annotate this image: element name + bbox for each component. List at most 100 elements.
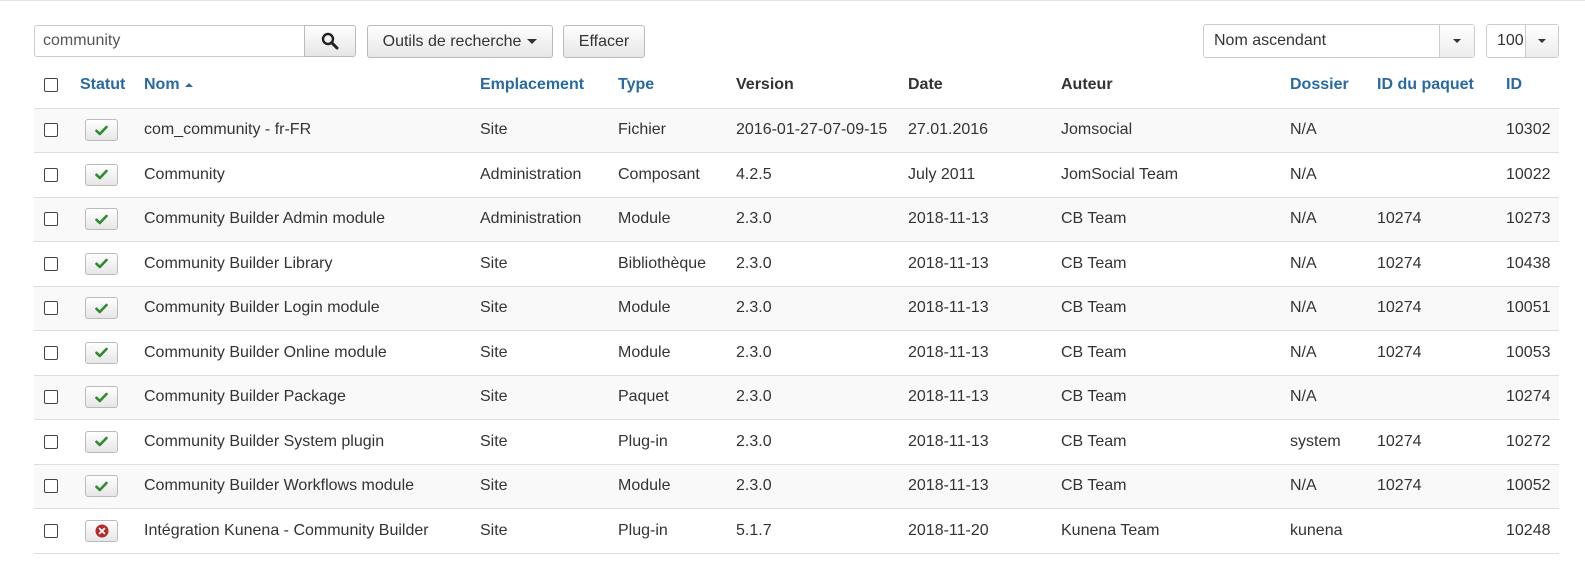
row-checkbox[interactable] xyxy=(44,434,58,449)
status-cell xyxy=(68,152,144,198)
id-cell: 10022 xyxy=(1506,152,1559,198)
package-id-cell xyxy=(1377,508,1506,554)
package-id-cell xyxy=(1377,152,1506,198)
folder-cell: N/A xyxy=(1290,464,1377,509)
header-type[interactable]: Type xyxy=(618,63,736,109)
location-cell: Site xyxy=(480,108,618,153)
row-checkbox[interactable] xyxy=(44,256,58,271)
select-all-checkbox[interactable] xyxy=(44,78,58,93)
status-cell xyxy=(68,108,144,153)
search-tools-button[interactable]: Outils de recherche xyxy=(367,25,553,58)
status-toggle-button[interactable] xyxy=(85,252,118,275)
id-cell: 10438 xyxy=(1506,241,1559,287)
name-cell: Community xyxy=(144,152,480,198)
header-status[interactable]: Statut xyxy=(68,63,144,109)
type-cell: Module xyxy=(618,286,736,331)
status-toggle-button[interactable] xyxy=(85,386,118,409)
type-cell: Fichier xyxy=(618,108,736,153)
header-author: Auteur xyxy=(1061,63,1290,109)
table-row: Community Builder Login module Site Module… xyxy=(34,286,1559,331)
row-checkbox[interactable] xyxy=(44,345,58,360)
version-cell: 2.3.0 xyxy=(736,330,908,376)
status-cell xyxy=(68,508,144,554)
type-cell: Module xyxy=(618,464,736,509)
status-cell xyxy=(68,330,144,376)
version-cell: 2.3.0 xyxy=(736,241,908,287)
top-divider xyxy=(0,0,1585,1)
row-select-cell xyxy=(34,419,68,465)
date-cell: 2018-11-13 xyxy=(908,375,1061,420)
date-cell: 2018-11-13 xyxy=(908,419,1061,465)
row-checkbox[interactable] xyxy=(44,479,58,494)
version-cell: 4.2.5 xyxy=(736,152,908,198)
table-row: Community Builder Online module Site Modul… xyxy=(34,330,1559,376)
status-toggle-button[interactable] xyxy=(85,297,118,320)
row-checkbox[interactable] xyxy=(44,523,58,538)
version-cell: 2.3.0 xyxy=(736,286,908,331)
check-icon xyxy=(95,347,108,358)
search-input[interactable] xyxy=(34,25,304,57)
date-cell: 27.01.2016 xyxy=(908,108,1061,153)
type-cell: Module xyxy=(618,197,736,242)
check-icon xyxy=(95,169,108,180)
status-toggle-button[interactable] xyxy=(85,163,118,186)
row-checkbox[interactable] xyxy=(44,212,58,227)
table-row: Community Administration Composant 4.2.5 Jul… xyxy=(34,152,1559,198)
row-select-cell xyxy=(34,464,68,509)
header-name[interactable]: Nom xyxy=(144,63,480,109)
row-select-cell xyxy=(34,375,68,420)
location-cell: Administration xyxy=(480,152,618,198)
name-cell: Community Builder Package xyxy=(144,375,480,420)
id-cell: 10272 xyxy=(1506,419,1559,465)
status-toggle-button[interactable] xyxy=(85,430,118,453)
header-location[interactable]: Emplacement xyxy=(480,63,618,109)
row-checkbox[interactable] xyxy=(44,301,58,316)
check-icon xyxy=(95,392,108,403)
sort-select[interactable]: Nom ascendant xyxy=(1203,24,1475,58)
limit-select-value: 100 xyxy=(1497,32,1524,49)
sort-ascending-icon xyxy=(184,83,193,88)
date-cell: 2018-11-13 xyxy=(908,330,1061,376)
status-toggle-button[interactable] xyxy=(85,341,118,364)
search-button[interactable] xyxy=(304,25,356,57)
version-cell: 5.1.7 xyxy=(736,508,908,554)
clear-button[interactable]: Effacer xyxy=(563,25,645,58)
row-checkbox[interactable] xyxy=(44,123,58,138)
type-cell: Plug-in xyxy=(618,419,736,465)
type-cell: Module xyxy=(618,330,736,376)
author-cell: CB Team xyxy=(1061,375,1290,420)
package-id-cell: 10274 xyxy=(1377,241,1506,287)
status-cell xyxy=(68,419,144,465)
package-id-cell xyxy=(1377,108,1506,153)
status-toggle-button[interactable] xyxy=(85,119,118,142)
author-cell: CB Team xyxy=(1061,286,1290,331)
status-toggle-button[interactable] xyxy=(85,519,118,542)
check-icon xyxy=(95,258,108,269)
folder-cell: N/A xyxy=(1290,241,1377,287)
version-cell: 2.3.0 xyxy=(736,464,908,509)
row-select-cell xyxy=(34,330,68,376)
name-cell: Community Builder Online module xyxy=(144,330,480,376)
author-cell: CB Team xyxy=(1061,197,1290,242)
location-cell: Site xyxy=(480,419,618,465)
limit-select[interactable]: 100 xyxy=(1486,24,1559,58)
row-checkbox[interactable] xyxy=(44,390,58,405)
name-cell: Community Builder Workflows module xyxy=(144,464,480,509)
folder-cell: system xyxy=(1290,419,1377,465)
row-select-cell xyxy=(34,152,68,198)
date-cell: 2018-11-13 xyxy=(908,464,1061,509)
status-toggle-button[interactable] xyxy=(85,475,118,498)
header-folder[interactable]: Dossier xyxy=(1290,63,1377,109)
id-cell: 10302 xyxy=(1506,108,1559,153)
header-package-id[interactable]: ID du paquet xyxy=(1377,63,1506,109)
check-icon xyxy=(95,436,108,447)
check-icon xyxy=(95,303,108,314)
author-cell: CB Team xyxy=(1061,464,1290,509)
table-row: Community Builder Package Site Paquet 2.3.0… xyxy=(34,375,1559,420)
x-circle-icon xyxy=(95,524,108,538)
date-cell: 2018-11-13 xyxy=(908,197,1061,242)
status-toggle-button[interactable] xyxy=(85,208,118,231)
row-checkbox[interactable] xyxy=(44,167,58,182)
name-cell: Community Builder Login module xyxy=(144,286,480,331)
header-id[interactable]: ID xyxy=(1506,63,1559,109)
